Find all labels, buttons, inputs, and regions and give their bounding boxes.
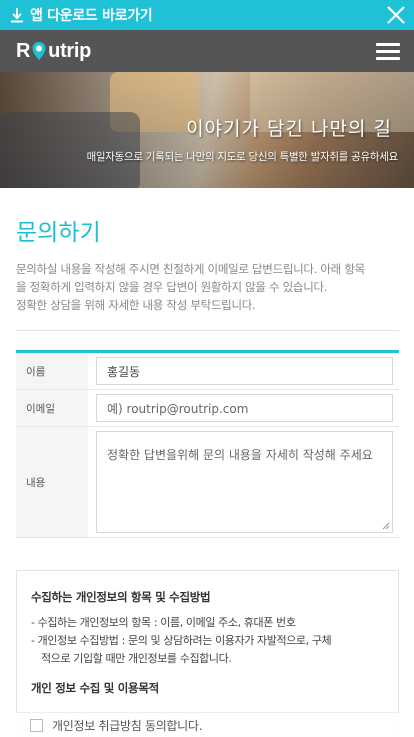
hamburger-menu-icon[interactable] bbox=[376, 43, 400, 61]
inquiry-intro-text: 문의하실 내용을 작성해 주시면 친절하게 이메일로 답변드립니다. 아래 항목… bbox=[16, 260, 400, 314]
menu-bar bbox=[376, 43, 400, 46]
privacy-agree-checkbox[interactable] bbox=[30, 718, 43, 732]
content-field-wrap: 정확한 답변을위해 문의 내용을 자세히 작성해 주세요 bbox=[88, 427, 399, 537]
policy-item: - 개인정보 수집방법 : 문의 및 상담하려는 이용자가 자발적으로, 구체 bbox=[31, 634, 332, 647]
hero-subtitle: 매일자동으로 기록되는 나만의 지도로 당신의 특별한 발자취를 공유하세요 bbox=[86, 151, 399, 163]
download-icon bbox=[11, 8, 23, 23]
intro-line: 정확한 상담을 위해 자세한 내용 작성 부탁드립니다. bbox=[16, 298, 256, 312]
form-row-content: 내용 정확한 답변을위해 문의 내용을 자세히 작성해 주세요 bbox=[16, 427, 399, 538]
resize-grip-icon[interactable] bbox=[382, 522, 390, 530]
map-pin-icon bbox=[32, 42, 46, 60]
hero-banner: 이야기가 담긴 나만의 길 매일자동으로 기록되는 나만의 지도로 당신의 특별… bbox=[0, 72, 414, 188]
email-field-wrap: 예) routrip@routrip.com bbox=[88, 390, 399, 426]
name-input[interactable]: 홍길동 bbox=[96, 357, 393, 385]
inquiry-form: 이름 홍길동 이메일 예) routrip@routrip.com 내용 정확한… bbox=[16, 350, 399, 538]
content-placeholder: 정확한 답변을위해 문의 내용을 자세히 작성해 주세요 bbox=[107, 448, 373, 462]
menu-bar bbox=[376, 57, 400, 60]
policy-heading: 수집하는 개인정보의 항목 및 수집방법 bbox=[31, 590, 211, 604]
intro-line: 을 정확하게 입력하지 않을 경우 답변이 원활하지 않을 수 있습니다. bbox=[16, 280, 328, 294]
menu-bar bbox=[376, 50, 400, 53]
policy-heading: 개인 정보 수집 및 이용목적 bbox=[31, 681, 159, 695]
email-label: 이메일 bbox=[16, 390, 88, 426]
top-navigation: R utrip bbox=[0, 30, 414, 72]
divider bbox=[16, 330, 399, 331]
form-row-name: 이름 홍길동 bbox=[16, 353, 399, 390]
routrip-logo[interactable]: R utrip bbox=[16, 40, 91, 63]
policy-item: - 수집하는 개인정보의 항목 : 이름, 이메일 주소, 휴대폰 번호 bbox=[31, 616, 296, 629]
app-download-label[interactable]: 앱 다운로드 바로가기 bbox=[30, 5, 153, 25]
privacy-agree-label[interactable]: 개인정보 취급방침 동의합니다. bbox=[52, 717, 202, 734]
form-row-email: 이메일 예) routrip@routrip.com bbox=[16, 390, 399, 427]
logo-text-left: R bbox=[16, 39, 31, 62]
hero-title: 이야기가 담긴 나만의 길 bbox=[186, 118, 392, 140]
email-input[interactable]: 예) routrip@routrip.com bbox=[96, 394, 393, 422]
privacy-agree-row[interactable]: 개인정보 취급방침 동의합니다. bbox=[16, 712, 399, 737]
policy-item-continued: 적으로 기입할 때만 개인정보를 수집합니다. bbox=[41, 652, 232, 665]
content-textarea[interactable]: 정확한 답변을위해 문의 내용을 자세히 작성해 주세요 bbox=[96, 431, 393, 533]
logo-text-right: utrip bbox=[48, 39, 92, 62]
app-download-banner[interactable]: 앱 다운로드 바로가기 bbox=[0, 0, 414, 30]
content-label: 내용 bbox=[16, 427, 88, 537]
name-field-wrap: 홍길동 bbox=[88, 353, 399, 389]
close-icon[interactable] bbox=[386, 5, 406, 25]
name-label: 이름 bbox=[16, 353, 88, 389]
page-title: 문의하기 bbox=[16, 220, 101, 246]
intro-line: 문의하실 내용을 작성해 주시면 친절하게 이메일로 답변드립니다. 아래 항목 bbox=[16, 262, 365, 276]
